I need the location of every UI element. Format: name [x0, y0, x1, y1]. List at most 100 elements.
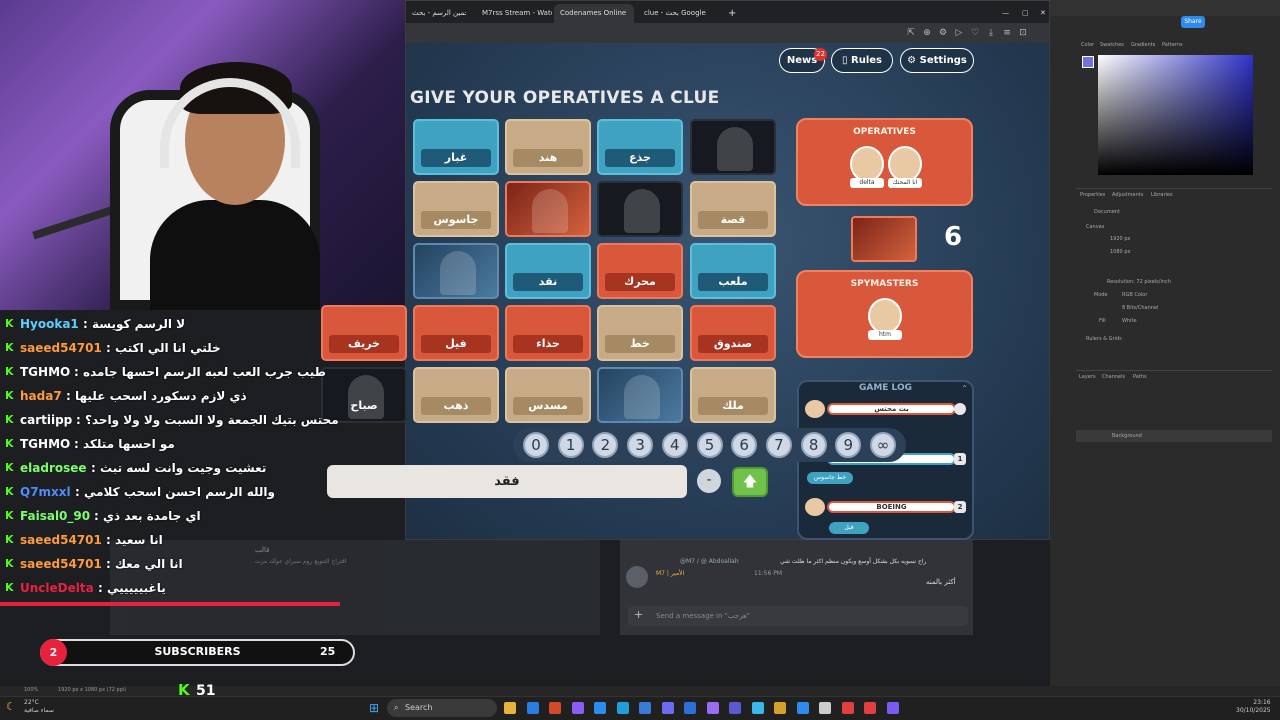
- taskbar-app-icon[interactable]: [751, 702, 764, 714]
- chat-username[interactable]: Hyooka1: [20, 313, 79, 335]
- menu-icon[interactable]: ≡: [1002, 28, 1012, 38]
- maximize-button[interactable]: ▢: [1016, 4, 1032, 23]
- word-card[interactable]: فيل: [413, 305, 499, 361]
- share-button[interactable]: Share: [1181, 16, 1205, 28]
- taskbar-app-icon[interactable]: [616, 702, 629, 714]
- ps-tab-color[interactable]: Color: [1081, 42, 1094, 48]
- ps-tab-adjustments[interactable]: Adjustments: [1112, 192, 1143, 198]
- chat-username[interactable]: Faisal0_90: [20, 505, 90, 527]
- chat-username[interactable]: cartiipp: [20, 409, 72, 431]
- taskbar-app-icon[interactable]: [594, 702, 606, 714]
- number-button[interactable]: ∞: [870, 432, 896, 458]
- tab-stream[interactable]: M7rss Stream - Watch Li...: [476, 4, 552, 23]
- taskbar-app-icon[interactable]: [571, 702, 584, 714]
- install-icon[interactable]: ⇱: [906, 28, 916, 38]
- tab-codenames[interactable]: Codenames Online: [554, 4, 634, 23]
- ps-tab-properties[interactable]: Properties: [1080, 192, 1105, 198]
- taskbar-app-icon[interactable]: [684, 702, 696, 714]
- number-button[interactable]: 7: [765, 432, 792, 458]
- color-picker-field[interactable]: [1098, 55, 1253, 175]
- minus-button[interactable]: -: [697, 469, 721, 493]
- tab-clue-search[interactable]: clue - بحث Google: [638, 4, 718, 23]
- zoom-icon[interactable]: ⊕: [922, 28, 932, 38]
- clue-input[interactable]: فقد: [327, 465, 687, 498]
- lock-icon[interactable]: ⊡: [1018, 28, 1028, 38]
- chat-username[interactable]: TGHMO: [20, 433, 70, 455]
- weather-widget[interactable]: 22°C سماء صافية: [24, 699, 54, 715]
- ps-mode-select[interactable]: RGB Color: [1122, 292, 1147, 298]
- word-card[interactable]: نقد: [505, 243, 591, 299]
- chat-username[interactable]: TGHMO: [20, 361, 70, 383]
- settings-button[interactable]: ⚙ Settings: [900, 48, 974, 73]
- chat-username[interactable]: eladrosee: [20, 457, 87, 479]
- minimize-button[interactable]: —: [996, 4, 1012, 23]
- discord-message-input[interactable]: Send a message in "هرجب": [628, 606, 968, 626]
- plus-icon[interactable]: +: [634, 609, 643, 621]
- word-card[interactable]: ذهب: [413, 367, 499, 423]
- taskbar-app-icon[interactable]: [706, 702, 719, 714]
- chat-username[interactable]: saeed54701: [20, 337, 102, 359]
- word-card[interactable]: [413, 243, 499, 299]
- taskbar-app-icon[interactable]: [729, 702, 741, 714]
- ps-tab-layers[interactable]: Layers: [1079, 374, 1096, 380]
- word-card[interactable]: [505, 181, 591, 237]
- taskbar-app-icon[interactable]: [841, 702, 854, 714]
- windows-start-icon[interactable]: ⊞: [369, 701, 379, 715]
- taskbar-app-icon[interactable]: [549, 702, 561, 714]
- word-card[interactable]: جذع: [597, 119, 683, 175]
- number-button[interactable]: 6: [731, 432, 758, 458]
- word-card[interactable]: ملعب: [690, 243, 776, 299]
- chat-username[interactable]: UncleDelta: [20, 577, 94, 599]
- word-card[interactable]: ملك: [690, 367, 776, 423]
- number-button[interactable]: 5: [696, 432, 723, 458]
- number-button[interactable]: 8: [800, 432, 827, 458]
- word-card[interactable]: هند: [505, 119, 591, 175]
- download-icon[interactable]: ⤓: [986, 28, 996, 38]
- word-card[interactable]: قصة: [690, 181, 776, 237]
- word-card[interactable]: [597, 367, 683, 423]
- taskbar-search[interactable]: Search: [387, 699, 497, 717]
- ps-tab-libraries[interactable]: Libraries: [1151, 192, 1173, 198]
- ps-tab-gradients[interactable]: Gradients: [1131, 42, 1155, 48]
- taskbar-app-icon[interactable]: [819, 702, 831, 714]
- number-button[interactable]: 4: [661, 432, 688, 458]
- ps-tab-swatches[interactable]: Swatches: [1100, 42, 1124, 48]
- taskbar-app-icon[interactable]: [774, 702, 786, 714]
- foreground-color-swatch[interactable]: [1082, 56, 1094, 68]
- system-clock[interactable]: 23:16 30/10/2025: [1236, 699, 1271, 715]
- word-card[interactable]: حذاء: [505, 305, 591, 361]
- chevron-up-icon[interactable]: ⌃: [961, 384, 968, 393]
- chat-username[interactable]: Q7mxxl: [20, 481, 71, 503]
- chat-username[interactable]: hada7: [20, 385, 62, 407]
- ps-height-field[interactable]: 1080 px: [1110, 249, 1130, 255]
- ps-bits-select[interactable]: 8 Bits/Channel: [1122, 305, 1158, 311]
- word-card[interactable]: محرك: [597, 243, 683, 299]
- word-card[interactable]: [690, 119, 776, 175]
- chat-username[interactable]: saeed54701: [20, 553, 102, 575]
- submit-clue-button[interactable]: 🡅: [732, 467, 768, 497]
- ps-tab-paths[interactable]: Paths: [1133, 374, 1147, 380]
- taskbar-app-icon[interactable]: [864, 702, 876, 714]
- ps-tab-patterns[interactable]: Patterns: [1162, 42, 1183, 48]
- number-button[interactable]: 0: [523, 432, 549, 458]
- word-card[interactable]: غبار: [413, 119, 499, 175]
- word-card[interactable]: مسدس: [505, 367, 591, 423]
- number-button[interactable]: 1: [557, 432, 584, 458]
- ps-width-field[interactable]: 1920 px: [1110, 236, 1130, 242]
- favorite-icon[interactable]: ♡: [970, 28, 980, 38]
- ps-fill-select[interactable]: White: [1122, 318, 1137, 324]
- extension-icon[interactable]: ⚙: [938, 28, 948, 38]
- word-card[interactable]: جاسوس: [413, 181, 499, 237]
- new-tab-button[interactable]: +: [722, 4, 738, 23]
- taskbar-app-icon[interactable]: [526, 702, 539, 714]
- close-button[interactable]: ✕: [1034, 4, 1049, 23]
- taskbar-app-icon[interactable]: [639, 702, 651, 714]
- tab-google-search[interactable]: تخمين الرسم - بحث Google: [406, 4, 466, 23]
- ps-tab-channels[interactable]: Channels: [1102, 374, 1125, 380]
- play-icon[interactable]: ▷: [954, 28, 964, 38]
- rules-button[interactable]: ▯ Rules: [831, 48, 893, 73]
- word-card[interactable]: خط: [597, 305, 683, 361]
- taskbar-app-icon[interactable]: [886, 702, 899, 714]
- ps-layer-row[interactable]: [1076, 430, 1272, 442]
- word-card[interactable]: [597, 181, 683, 237]
